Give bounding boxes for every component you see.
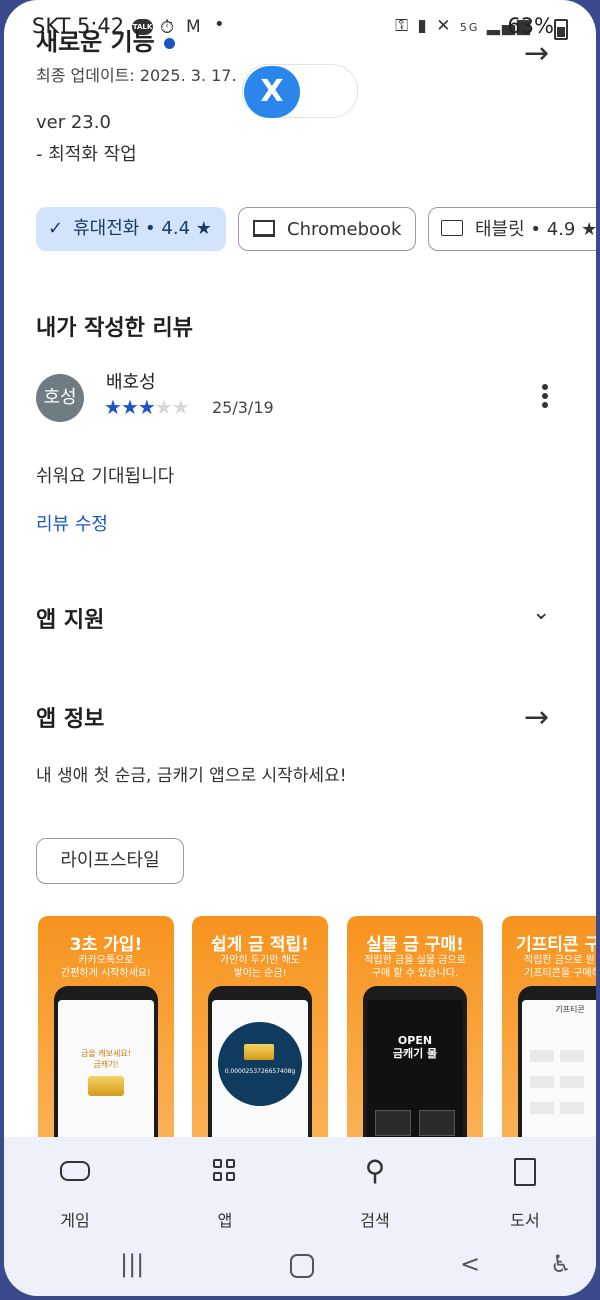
star-icon: ★ bbox=[120, 395, 139, 419]
screenshot-subtitle: 적립한 금을 실물 금으로 구매 할 수 있습니다. bbox=[364, 955, 466, 979]
screenshot-subtitle: 적립한 금으로 원 기프티콘을 구매하 bbox=[524, 955, 596, 979]
chip-phone-label: 휴대전화 • 4.4 ★ bbox=[73, 218, 212, 239]
screenshot-4[interactable]: 기프티콘 구 적립한 금으로 원 기프티콘을 구매하 기프티콘 bbox=[502, 916, 596, 1156]
screenshot-subtitle: 가만히 두기만 해도 쌓이는 순금! bbox=[220, 955, 300, 979]
star-empty-icon: ★ bbox=[154, 395, 173, 419]
new-indicator-dot bbox=[164, 38, 175, 49]
app-support-title[interactable]: 앱 지원 bbox=[36, 602, 104, 634]
battery-percent: 63% bbox=[507, 14, 554, 38]
phone-mockup: 금을 캐보세요! 금캐기! bbox=[54, 986, 158, 1156]
gamepad-icon bbox=[30, 1155, 120, 1187]
category-tag[interactable]: 라이프스타일 bbox=[36, 838, 184, 884]
product-card bbox=[375, 1110, 411, 1136]
check-icon: ✓ bbox=[48, 218, 64, 239]
app-info-arrow-icon[interactable]: → bbox=[524, 700, 549, 735]
app-description: 내 생애 첫 순금, 금캐기 앱으로 시작하세요! bbox=[36, 766, 347, 786]
recent-apps-icon[interactable]: ||| bbox=[120, 1250, 144, 1278]
my-review-title: 내가 작성한 리뷰 bbox=[36, 316, 193, 341]
accessibility-icon[interactable]: ♿ bbox=[550, 1250, 572, 1278]
chip-chromebook-label: Chromebook bbox=[287, 219, 402, 240]
more-options-icon[interactable] bbox=[542, 384, 550, 411]
chip-tablet[interactable]: 태블릿 • 4.9 ★ bbox=[428, 207, 596, 251]
review-author: 배호성 bbox=[106, 372, 156, 393]
screenshot-inner-text: 기프티콘 bbox=[555, 1005, 585, 1014]
gold-bar-icon bbox=[88, 1076, 124, 1096]
chip-tablet-label: 태블릿 • 4.9 ★ bbox=[475, 219, 596, 240]
last-updated: 최종 업데이트: 2025. 3. 17. bbox=[36, 66, 237, 85]
play-store-screen: SKT 5:42 TALK ⏱ M • ⚿ ▮ ✕ 5G ▂▄▆ 63% 새로운… bbox=[4, 0, 596, 1296]
screenshot-3[interactable]: 실물 금 구매! 적립한 금을 실물 금으로 구매 할 수 있습니다. OPEN… bbox=[347, 916, 483, 1156]
screenshot-headline: 3초 가입! bbox=[69, 935, 143, 955]
screenshot-subtitle: 카카오톡으로 간편하게 시작하세요! bbox=[61, 955, 151, 979]
nav-apps[interactable]: 앱 bbox=[180, 1155, 270, 1231]
chevron-down-icon[interactable]: ⌄ bbox=[532, 600, 550, 625]
avatar: 호성 bbox=[36, 374, 84, 422]
star-icon: ★ bbox=[137, 395, 156, 419]
book-icon bbox=[480, 1155, 570, 1187]
screenshot-headline: 실물 금 구매! bbox=[366, 935, 464, 955]
product-card bbox=[419, 1110, 455, 1136]
version-text: ver 23.0 bbox=[36, 112, 111, 133]
nav-label: 검색 bbox=[360, 1211, 390, 1230]
laptop-icon bbox=[253, 219, 275, 237]
timer-icon: ⏱ bbox=[160, 17, 175, 38]
nav-label: 도서 bbox=[510, 1211, 540, 1230]
review-rating: ★★★★★ bbox=[104, 395, 190, 419]
back-icon[interactable]: < bbox=[460, 1250, 480, 1278]
edit-review-link[interactable]: 리뷰 수정 bbox=[36, 510, 108, 536]
nav-label: 앱 bbox=[217, 1211, 233, 1230]
apps-grid-icon bbox=[180, 1155, 270, 1187]
notification-dot-icon: • bbox=[214, 14, 225, 35]
chip-chromebook[interactable]: Chromebook bbox=[238, 207, 416, 251]
star-icon: ★ bbox=[104, 395, 122, 419]
review-text: 쉬워요 기대됩니다 bbox=[36, 466, 175, 487]
network-type: 5G bbox=[459, 21, 480, 34]
x-logo-icon[interactable]: X bbox=[244, 66, 300, 118]
whats-new-arrow-icon[interactable]: → bbox=[524, 36, 549, 71]
gold-balance-circle: 0.0000253726657408g bbox=[218, 1022, 302, 1106]
phone-mockup: 기프티콘 bbox=[518, 986, 596, 1156]
screenshot-inner-text: 금을 캐보세요! 금캐기! bbox=[81, 1049, 131, 1069]
phone-mockup: 0.0000253726657408g bbox=[208, 986, 312, 1156]
tablet-icon bbox=[441, 220, 463, 236]
screenshot-1[interactable]: 3초 가입! 카카오톡으로 간편하게 시작하세요! 금을 캐보세요! 금캐기! bbox=[38, 916, 174, 1156]
home-icon[interactable] bbox=[290, 1254, 314, 1278]
screenshot-inner-text: OPEN 금캐기 몰 bbox=[392, 1034, 438, 1060]
release-note: - 최적화 작업 bbox=[36, 144, 137, 165]
nav-games[interactable]: 게임 bbox=[30, 1155, 120, 1231]
review-date: 25/3/19 bbox=[212, 398, 274, 417]
app-info-title[interactable]: 앱 정보 bbox=[36, 701, 104, 733]
nav-label: 게임 bbox=[60, 1211, 90, 1230]
gmail-icon: M bbox=[186, 17, 201, 37]
nav-search[interactable]: ⚲ 검색 bbox=[330, 1155, 420, 1231]
screenshot-headline: 기프티콘 구 bbox=[516, 935, 596, 955]
screenshot-inner-text: 0.0000253726657408g bbox=[224, 1068, 296, 1075]
nav-books[interactable]: 도서 bbox=[480, 1155, 570, 1231]
screenshot-2[interactable]: 쉽게 금 적립! 가만히 두기만 해도 쌓이는 순금! 0.0000253726… bbox=[192, 916, 328, 1156]
search-icon: ⚲ bbox=[364, 1154, 386, 1187]
screenshot-headline: 쉽게 금 적립! bbox=[211, 935, 309, 955]
chip-phone[interactable]: ✓ 휴대전화 • 4.4 ★ bbox=[36, 207, 226, 251]
star-empty-icon: ★ bbox=[171, 395, 190, 419]
gold-bar-icon bbox=[244, 1044, 274, 1060]
phone-mockup: OPEN 금캐기 몰 bbox=[363, 986, 467, 1156]
battery-icon bbox=[554, 19, 568, 40]
